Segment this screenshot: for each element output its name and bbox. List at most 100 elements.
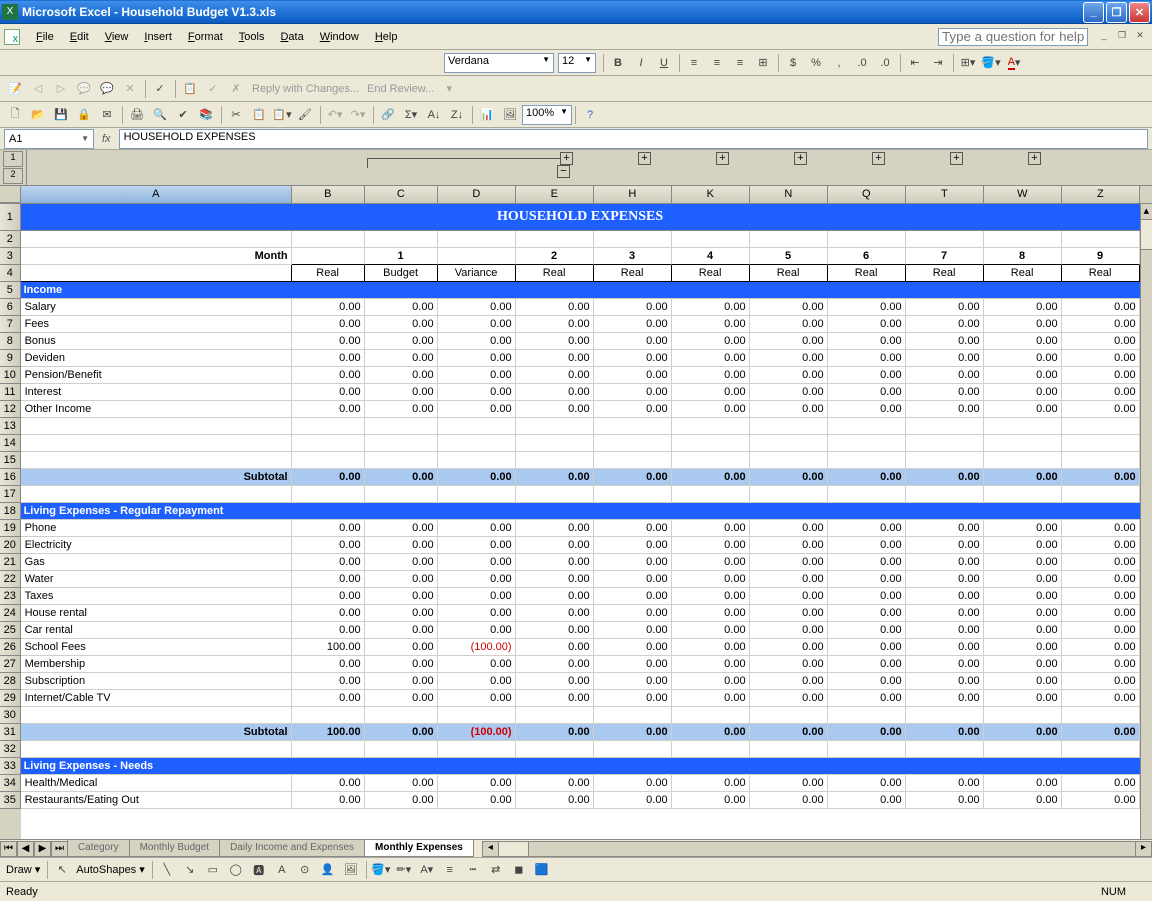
- cell[interactable]: 0.00: [750, 367, 828, 384]
- next-comment-button[interactable]: ▷: [50, 78, 72, 100]
- cell[interactable]: 0.00: [672, 299, 750, 316]
- cell[interactable]: 0.00: [672, 316, 750, 333]
- cell[interactable]: Real: [1062, 265, 1140, 282]
- line-style-button[interactable]: ≡: [439, 859, 461, 881]
- cell[interactable]: [365, 452, 438, 469]
- cell[interactable]: 0.00: [292, 775, 365, 792]
- cell[interactable]: 0.00: [828, 775, 906, 792]
- cell[interactable]: 0.00: [1062, 554, 1140, 571]
- cell[interactable]: [906, 452, 984, 469]
- underline-button[interactable]: U: [653, 52, 675, 74]
- cell[interactable]: 0.00: [594, 401, 672, 418]
- cell[interactable]: 8: [984, 248, 1062, 265]
- cell[interactable]: 0.00: [438, 690, 516, 707]
- cell[interactable]: Subscription: [21, 673, 292, 690]
- cell[interactable]: [292, 707, 365, 724]
- cell[interactable]: [21, 452, 292, 469]
- 3d-button[interactable]: 🟦: [531, 859, 553, 881]
- row-header-20[interactable]: 20: [0, 537, 21, 554]
- cell[interactable]: 0.00: [828, 656, 906, 673]
- cell[interactable]: [292, 435, 365, 452]
- cell[interactable]: [438, 741, 516, 758]
- cell[interactable]: 0.00: [594, 469, 672, 486]
- email-button[interactable]: ✉: [96, 104, 118, 126]
- cell[interactable]: 0.00: [594, 333, 672, 350]
- rectangle-button[interactable]: ▭: [202, 859, 224, 881]
- row-header-4[interactable]: 4: [0, 265, 21, 282]
- cell[interactable]: 0.00: [984, 656, 1062, 673]
- cell[interactable]: 0.00: [292, 316, 365, 333]
- merge-center-button[interactable]: ⊞: [752, 52, 774, 74]
- cell[interactable]: [594, 231, 672, 248]
- cell[interactable]: 0.00: [984, 724, 1062, 741]
- cell[interactable]: 0.00: [1062, 571, 1140, 588]
- hscroll-left[interactable]: ◂: [483, 842, 499, 856]
- outline-level-1[interactable]: 1: [3, 151, 23, 167]
- cell[interactable]: 0.00: [594, 605, 672, 622]
- cell[interactable]: [906, 741, 984, 758]
- borders-button[interactable]: ⊞▾: [957, 52, 979, 74]
- draw-menu[interactable]: Draw ▾: [4, 863, 44, 876]
- cell[interactable]: 0.00: [438, 401, 516, 418]
- cell[interactable]: [21, 741, 292, 758]
- cell[interactable]: 0.00: [438, 554, 516, 571]
- cell[interactable]: [984, 231, 1062, 248]
- cell[interactable]: [594, 452, 672, 469]
- cell[interactable]: 0.00: [828, 316, 906, 333]
- cell[interactable]: 0.00: [828, 469, 906, 486]
- row-header-26[interactable]: 26: [0, 639, 21, 656]
- cell[interactable]: [906, 418, 984, 435]
- cell[interactable]: 0.00: [438, 775, 516, 792]
- cell[interactable]: 0.00: [906, 367, 984, 384]
- cell[interactable]: Gas: [21, 554, 292, 571]
- cell[interactable]: 0.00: [292, 401, 365, 418]
- cell[interactable]: 0.00: [1062, 316, 1140, 333]
- cell[interactable]: 5: [750, 248, 828, 265]
- cell[interactable]: [906, 231, 984, 248]
- cell[interactable]: 0.00: [438, 316, 516, 333]
- cell[interactable]: 0.00: [906, 588, 984, 605]
- cell[interactable]: 0.00: [516, 673, 594, 690]
- cell[interactable]: 0.00: [672, 333, 750, 350]
- row-header-21[interactable]: 21: [0, 554, 21, 571]
- cell[interactable]: 4: [672, 248, 750, 265]
- diagram-button[interactable]: ⊙: [294, 859, 316, 881]
- cell[interactable]: 0.00: [984, 673, 1062, 690]
- cell[interactable]: 0.00: [672, 469, 750, 486]
- cell[interactable]: 0.00: [594, 588, 672, 605]
- cell[interactable]: [516, 452, 594, 469]
- cell[interactable]: 0.00: [906, 690, 984, 707]
- cell[interactable]: 0.00: [292, 520, 365, 537]
- cell[interactable]: [594, 486, 672, 503]
- cell[interactable]: 0.00: [292, 537, 365, 554]
- cell[interactable]: 0.00: [984, 384, 1062, 401]
- row-header-22[interactable]: 22: [0, 571, 21, 588]
- cell[interactable]: [1062, 231, 1140, 248]
- cell[interactable]: Salary: [21, 299, 292, 316]
- cell[interactable]: 0.00: [594, 316, 672, 333]
- close-button[interactable]: ✕: [1129, 2, 1150, 23]
- cell[interactable]: 0.00: [906, 299, 984, 316]
- cell[interactable]: 0.00: [516, 622, 594, 639]
- row-header-16[interactable]: 16: [0, 469, 21, 486]
- cell[interactable]: [828, 452, 906, 469]
- menu-file[interactable]: File: [28, 28, 62, 46]
- prev-comment-button[interactable]: ◁: [27, 78, 49, 100]
- cell[interactable]: 0.00: [365, 367, 438, 384]
- cell[interactable]: Month: [21, 248, 292, 265]
- cell[interactable]: 0.00: [672, 588, 750, 605]
- tab-nav-prev[interactable]: ◀: [17, 841, 34, 857]
- font-size-selector[interactable]: 12 ▼: [558, 53, 596, 73]
- menu-help[interactable]: Help: [367, 28, 406, 46]
- cut-button[interactable]: ✂: [225, 104, 247, 126]
- cell[interactable]: 0.00: [1062, 605, 1140, 622]
- cell[interactable]: 0.00: [672, 401, 750, 418]
- cell[interactable]: [438, 248, 516, 265]
- doc-minimize-button[interactable]: _: [1096, 30, 1112, 44]
- oval-button[interactable]: ◯: [225, 859, 247, 881]
- cell[interactable]: 0.00: [1062, 792, 1140, 809]
- cell[interactable]: 0.00: [438, 384, 516, 401]
- outline-expand-button[interactable]: +: [716, 152, 729, 165]
- cell[interactable]: 0.00: [750, 724, 828, 741]
- row-header-32[interactable]: 32: [0, 741, 21, 758]
